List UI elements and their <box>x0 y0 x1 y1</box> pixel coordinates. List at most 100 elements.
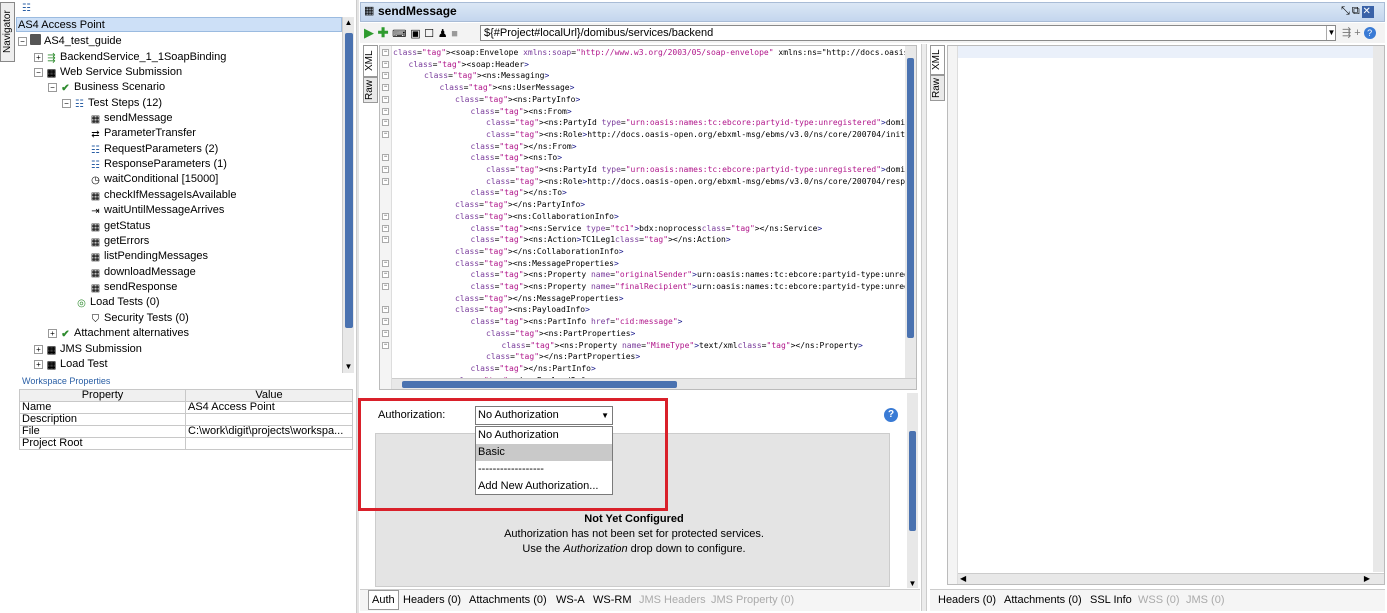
xml-line[interactable]: class="tag"><ns:To> <box>471 152 563 164</box>
column-header[interactable]: Property <box>19 389 186 402</box>
collapse-icon[interactable]: − <box>48 83 57 92</box>
table-row[interactable]: Project Root <box>19 437 353 450</box>
tree-scrollbar[interactable]: ▲ ▼ <box>342 17 354 373</box>
help-icon[interactable]: ? <box>1363 27 1376 39</box>
tab-wss[interactable]: WSS (0) <box>1138 594 1180 606</box>
tree-node-step[interactable]: ▦ checkIfMessageIsAvailable <box>90 188 237 203</box>
minimize-icon[interactable]: ⤡ <box>1341 5 1352 17</box>
xml-line[interactable]: class="tag"><ns:PartyId type="urn:oasis:… <box>486 164 906 176</box>
tab-jms[interactable]: JMS (0) <box>1186 594 1225 606</box>
tree-node-securitytests[interactable]: ⛉ Security Tests (0) <box>90 311 189 326</box>
tree-node-testcase[interactable]: + ✔ Attachment alternatives <box>48 326 189 341</box>
tree-node-testsuite[interactable]: − ▦ Web Service Submission <box>34 65 182 80</box>
xml-line[interactable]: class="tag"><ns:PartProperties> <box>486 328 635 340</box>
scrollbar-thumb[interactable] <box>907 58 914 338</box>
fold-marker-icon[interactable]: − <box>382 306 389 314</box>
scroll-up-icon[interactable]: ▲ <box>343 17 354 29</box>
fold-marker-icon[interactable]: − <box>382 341 389 349</box>
xml-line[interactable]: class="tag"><ns:From> <box>471 106 572 118</box>
property-value[interactable]: AS4 Access Point <box>185 401 353 414</box>
tab-headers[interactable]: Headers (0) <box>403 594 461 606</box>
fold-marker-icon[interactable]: − <box>382 72 389 80</box>
tab-auth[interactable]: Auth <box>368 590 399 610</box>
collapse-icon[interactable]: − <box>34 68 43 77</box>
xml-line[interactable]: class="tag"></ns:PartProperties> <box>486 351 640 363</box>
xml-line[interactable]: class="tag"><ns:Property name="originalS… <box>471 269 907 281</box>
xml-line[interactable]: class="tag"><ns:Property name="MimeType"… <box>502 340 863 352</box>
xml-line[interactable]: class="tag"><ns:PayloadInfo> <box>455 304 590 316</box>
edit-endpoint-icon[interactable]: ⇶ <box>1342 27 1354 39</box>
tab-jms-property[interactable]: JMS Property (0) <box>711 594 794 606</box>
xml-line[interactable]: class="tag"><ns:PartyId type="urn:oasis:… <box>486 117 906 129</box>
xml-line[interactable]: class="tag"><ns:Role>http://docs.oasis-o… <box>486 176 906 188</box>
navigator-tab[interactable]: Navigator <box>0 2 15 62</box>
xml-line[interactable]: class="tag"><ns:UserMessage> <box>440 82 575 94</box>
scroll-down-icon[interactable]: ▼ <box>907 579 918 588</box>
xml-vscroll[interactable] <box>905 46 916 378</box>
tree-node-step[interactable]: ▦ sendResponse <box>90 280 178 295</box>
scroll-down-icon[interactable]: ▼ <box>343 361 354 373</box>
xml-content[interactable]: class="tag"><soap:Envelope xmlns:soap="h… <box>380 46 906 378</box>
tree-node-testsuite[interactable]: + ▦ JMS Submission <box>34 342 142 357</box>
xml-hscroll[interactable] <box>392 378 916 389</box>
xml-line[interactable]: class="tag"><ns:Messaging> <box>424 70 549 82</box>
tree-node-step[interactable]: ⇥ waitUntilMessageArrives <box>90 203 224 218</box>
expand-icon[interactable]: + <box>34 360 43 369</box>
xml-line[interactable]: class="tag"></ns:From> <box>471 141 577 153</box>
xml-line[interactable]: class="tag"><ns:Role>http://docs.oasis-o… <box>486 129 906 141</box>
xml-line[interactable]: class="tag"><ns:Property name="finalReci… <box>471 281 907 293</box>
tree-node-step[interactable]: ▦ downloadMessage <box>90 265 196 280</box>
page-icon[interactable]: ☐ <box>424 28 434 40</box>
tree-node-root[interactable]: AS4 Access Point <box>16 17 342 32</box>
expand-icon[interactable]: + <box>34 53 43 62</box>
xml-line[interactable]: class="tag"><ns:PartyInfo> <box>455 94 580 106</box>
tab-response-attachments[interactable]: Attachments (0) <box>1004 594 1082 606</box>
request-response-splitter[interactable] <box>921 44 927 611</box>
xml-line[interactable]: class="tag"><ns:MessageProperties> <box>455 258 619 270</box>
fold-marker-icon[interactable]: − <box>382 107 389 115</box>
xml-line[interactable]: class="tag"></ns:PartyInfo> <box>455 199 585 211</box>
fold-marker-icon[interactable]: − <box>382 318 389 326</box>
tree-node-step[interactable]: ▦ getStatus <box>90 219 151 234</box>
xml-line[interactable]: class="tag"></ns:To> <box>471 187 567 199</box>
tab-ws-rm[interactable]: WS-RM <box>593 594 632 606</box>
fold-marker-icon[interactable]: − <box>382 60 389 68</box>
fold-marker-icon[interactable]: − <box>382 259 389 267</box>
fold-marker-icon[interactable]: − <box>382 119 389 127</box>
fold-marker-icon[interactable]: − <box>382 283 389 290</box>
format-icon[interactable]: ⌨ <box>392 29 406 40</box>
tree-node-step[interactable]: ▦ getErrors <box>90 234 149 249</box>
tab-response-xml[interactable]: XML <box>930 45 945 75</box>
scrollbar-thumb[interactable] <box>402 381 677 388</box>
property-value[interactable] <box>185 437 353 450</box>
user-icon[interactable]: ♟ <box>438 28 448 40</box>
fold-marker-icon[interactable]: − <box>382 212 389 220</box>
tab-response-headers[interactable]: Headers (0) <box>938 594 996 606</box>
xml-line[interactable]: class="tag"><ns:Action>TC1Leg1class="tag… <box>471 234 731 246</box>
tab-request-xml[interactable]: XML <box>363 45 378 77</box>
chevron-down-icon[interactable]: ▼ <box>1326 26 1336 40</box>
list-icon[interactable]: ☷ <box>22 3 36 14</box>
xml-line[interactable]: class="tag"></ns:CollaborationInfo> <box>455 246 624 258</box>
fold-marker-icon[interactable]: − <box>382 49 389 56</box>
frame-icon[interactable]: ▣ <box>410 28 420 40</box>
collapse-icon[interactable]: − <box>18 37 27 46</box>
xml-line[interactable]: class="tag"><ns:Service type="tc1">bdx:n… <box>471 223 823 235</box>
tree-node-step[interactable]: ⇄ ParameterTransfer <box>90 126 196 141</box>
expand-icon[interactable]: + <box>34 345 43 354</box>
response-hscroll[interactable]: ◀ ▶ <box>958 573 1384 584</box>
tab-request-raw[interactable]: Raw <box>363 77 378 103</box>
response-vscroll[interactable] <box>1373 46 1384 572</box>
close-icon[interactable]: ✕ <box>1361 6 1374 18</box>
tree-node-step[interactable]: ▦ sendMessage <box>90 111 173 126</box>
scroll-left-icon[interactable]: ◀ <box>960 574 966 583</box>
tree-node-step[interactable]: ◷ waitConditional [15000] <box>90 172 218 187</box>
fold-marker-icon[interactable]: − <box>382 154 389 162</box>
column-header[interactable]: Value <box>185 389 353 402</box>
xml-line[interactable]: class="tag"></ns:MessageProperties> <box>455 293 624 305</box>
fold-marker-icon[interactable]: − <box>382 166 389 173</box>
auth-vscroll[interactable]: ▼ <box>907 393 918 588</box>
tree-node-step[interactable]: ☷ ResponseParameters (1) <box>90 157 227 172</box>
tab-response-raw[interactable]: Raw <box>930 75 945 101</box>
tab-ws-a[interactable]: WS-A <box>556 594 585 606</box>
